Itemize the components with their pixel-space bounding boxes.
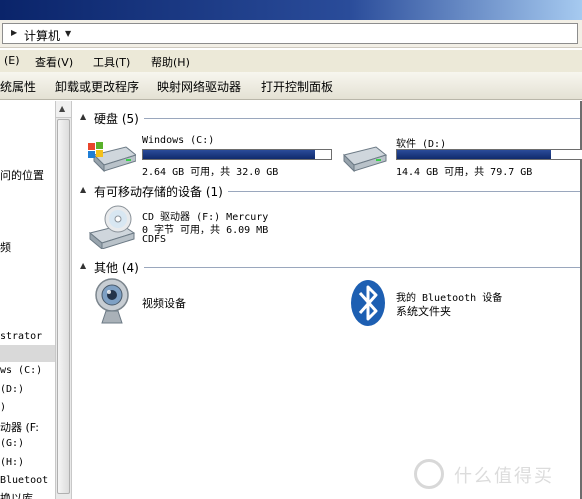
nav-item-recent-places[interactable]: 问的位置	[0, 167, 44, 183]
nav-item-drive-d[interactable]: (D:)	[0, 384, 24, 395]
drive-free-space: 2.64 GB 可用，共 32.0 GB	[142, 167, 279, 178]
drive-usage-bar	[396, 149, 582, 160]
bluetooth-devices[interactable]: 我的 Bluetooth 设备 系统文件夹	[350, 279, 570, 331]
command-toolbar: 统属性 卸载或更改程序 映射网络驱动器 打开控制面板	[0, 72, 582, 100]
nav-scrollbar[interactable]: ▲	[55, 101, 72, 499]
menu-tools[interactable]: 工具(T)	[93, 54, 130, 70]
address-field[interactable]: ▶ 计算机 ▼	[2, 23, 578, 44]
nav-item-drive-e[interactable]: )	[0, 402, 6, 413]
windows-drive-icon	[88, 142, 136, 173]
uninstall-program-button[interactable]: 卸载或更改程序	[55, 78, 139, 95]
triangle-up-icon: ▲	[59, 104, 66, 113]
group-title-other: 其他 (4)	[94, 261, 139, 275]
group-divider	[144, 267, 580, 268]
group-header-removable[interactable]: ▲ 有可移动存储的设备 (1)	[72, 182, 580, 200]
bluetooth-label: 我的 Bluetooth 设备	[396, 293, 503, 304]
group-header-other[interactable]: ▲ 其他 (4)	[72, 258, 580, 276]
video-device[interactable]: 视频设备	[92, 277, 232, 329]
nav-item-libraries[interactable]: 换以库	[0, 490, 33, 499]
group-title-removable: 有可移动存储的设备 (1)	[94, 185, 223, 199]
hard-drive-icon	[343, 146, 388, 173]
watermark: 什么值得买	[412, 455, 582, 493]
group-divider	[228, 191, 580, 192]
content-pane: ▲ 硬盘 (5) Windows (C:) 2.64 GB 可用，共 32.0 …	[72, 101, 582, 499]
drive-c[interactable]: Windows (C:) 2.64 GB 可用，共 32.0 GB	[86, 135, 336, 178]
scroll-thumb[interactable]	[57, 119, 70, 494]
collapse-triangle-icon[interactable]: ▲	[80, 261, 86, 270]
video-device-label: 视频设备	[142, 297, 186, 310]
drive-name: Windows (C:)	[142, 135, 215, 146]
system-properties-button[interactable]: 统属性	[0, 78, 36, 95]
breadcrumb-arrow-icon[interactable]: ▶	[11, 28, 17, 37]
cd-filesystem: CDFS	[142, 234, 167, 245]
nav-selected-highlight	[0, 345, 55, 362]
open-control-panel-button[interactable]: 打开控制面板	[261, 78, 333, 95]
nav-item-drive-h[interactable]: (H:)	[0, 457, 24, 468]
nav-item-administrator[interactable]: strator	[0, 331, 42, 342]
cd-drive-icon	[88, 205, 136, 249]
map-network-drive-button[interactable]: 映射网络驱动器	[157, 78, 241, 95]
address-bar: ▶ 计算机 ▼	[0, 20, 582, 48]
drive-usage-fill	[143, 150, 316, 159]
collapse-triangle-icon[interactable]: ▲	[80, 185, 86, 194]
chevron-down-icon[interactable]: ▼	[65, 29, 71, 38]
menu-edit[interactable]: (E)	[4, 54, 20, 67]
drive-name: 软件 (D:)	[396, 139, 447, 150]
breadcrumb-computer[interactable]: 计算机	[24, 27, 60, 44]
group-divider	[144, 118, 580, 119]
window-title-bar	[0, 0, 582, 20]
cd-drive[interactable]: CD 驱动器 (F:) Mercury 0 字节 可用，共 6.09 MB CD…	[86, 205, 346, 253]
drive-d[interactable]: 软件 (D:) 14.4 GB 可用，共 79.7 GB	[340, 137, 582, 178]
menu-help[interactable]: 帮助(H)	[151, 54, 190, 70]
menu-view[interactable]: 查看(V)	[35, 54, 73, 70]
nav-item-drive-c[interactable]: ws (C:)	[0, 365, 42, 376]
watermark-text: 什么值得买	[454, 466, 554, 487]
nav-item-videos[interactable]: 频	[0, 239, 11, 255]
navigation-pane: 问的位置 频 strator ws (C:) (D:) ) 动器 (F: (G:…	[0, 101, 55, 499]
menu-bar: (E) 查看(V) 工具(T) 帮助(H)	[0, 50, 582, 72]
collapse-triangle-icon[interactable]: ▲	[80, 112, 86, 121]
drive-free-space: 14.4 GB 可用，共 79.7 GB	[396, 167, 533, 178]
drive-usage-fill	[397, 150, 551, 159]
scroll-up-button[interactable]: ▲	[56, 101, 71, 118]
group-header-hdd[interactable]: ▲ 硬盘 (5)	[72, 109, 580, 127]
bluetooth-sublabel: 系统文件夹	[396, 305, 451, 318]
bluetooth-icon	[351, 280, 385, 326]
nav-item-bluetooth[interactable]: Bluetoot	[0, 475, 48, 486]
watermark-logo-icon	[414, 459, 444, 489]
nav-item-drive-g[interactable]: (G:)	[0, 438, 24, 449]
webcam-icon	[95, 278, 129, 324]
group-title-hdd: 硬盘 (5)	[94, 112, 139, 126]
drive-usage-bar	[142, 149, 332, 160]
nav-item-cd-drive[interactable]: 动器 (F:	[0, 419, 39, 435]
